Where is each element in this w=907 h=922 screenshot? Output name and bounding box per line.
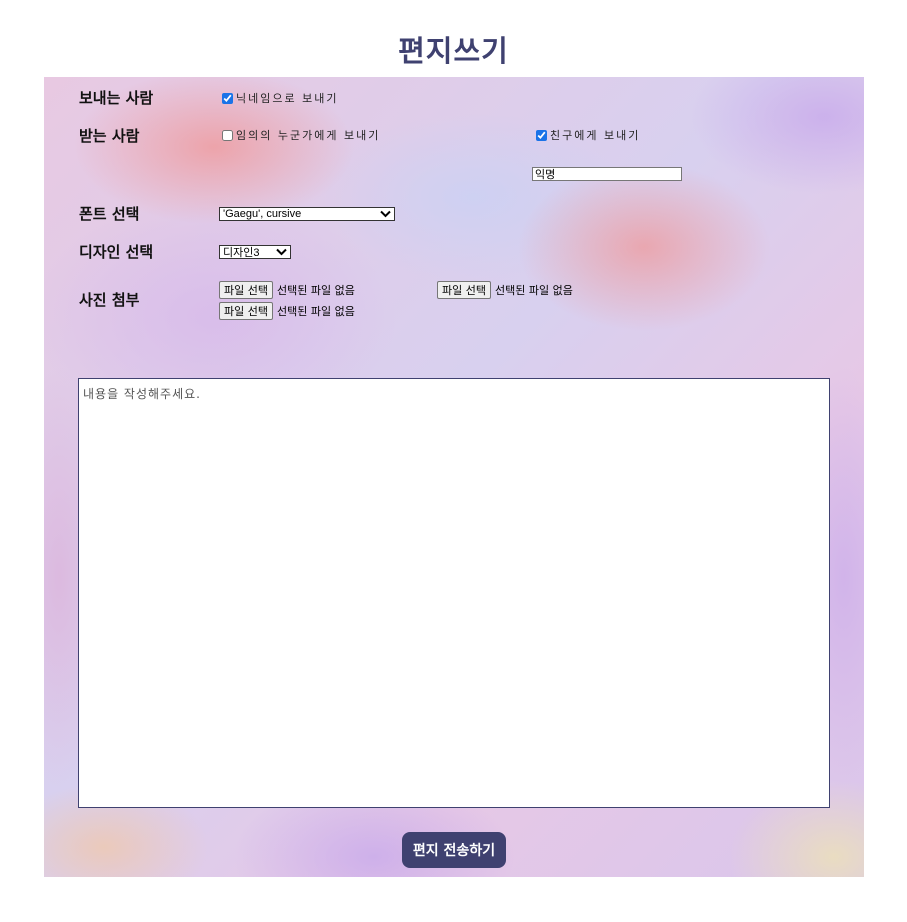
nickname-checkbox[interactable] xyxy=(222,92,233,104)
friend-recipient-label: 친구에게 보내기 xyxy=(550,129,641,142)
nickname-option-label: 닉네임으로 보내기 xyxy=(236,92,339,105)
chevron-down-icon xyxy=(275,246,287,258)
file-select-button[interactable]: 파일 선택 xyxy=(437,281,491,299)
file-status: 선택된 파일 없음 xyxy=(276,284,355,297)
file-status: 선택된 파일 없음 xyxy=(276,305,355,318)
recipient-nickname-input[interactable] xyxy=(532,167,682,181)
friend-recipient-checkbox[interactable] xyxy=(536,129,547,141)
photo-file-input-3[interactable]: 파일 선택 선택된 파일 없음 xyxy=(219,302,355,320)
content-placeholder: 내용을 작성해주세요. xyxy=(83,387,201,401)
photo-label: 사진 첨부 xyxy=(79,291,140,309)
random-recipient-label: 임의의 누군가에게 보내기 xyxy=(236,129,381,142)
chevron-down-icon xyxy=(379,208,391,220)
recipient-label: 받는 사람 xyxy=(79,127,140,145)
design-select-label: 디자인 선택 xyxy=(79,243,154,261)
sender-label: 보내는 사람 xyxy=(79,89,154,107)
nickname-option[interactable]: 닉네임으로 보내기 xyxy=(222,90,338,106)
random-recipient-checkbox[interactable] xyxy=(222,129,233,141)
file-select-button[interactable]: 파일 선택 xyxy=(219,302,273,320)
photo-file-input-2[interactable]: 파일 선택 선택된 파일 없음 xyxy=(437,281,573,299)
font-select[interactable]: 'Gaegu', cursive xyxy=(219,207,395,221)
random-recipient-option[interactable]: 임의의 누군가에게 보내기 xyxy=(222,127,380,143)
file-select-button[interactable]: 파일 선택 xyxy=(219,281,273,299)
file-status: 선택된 파일 없음 xyxy=(494,284,573,297)
letter-content-textarea[interactable]: 내용을 작성해주세요. xyxy=(78,378,830,808)
photo-file-input-1[interactable]: 파일 선택 선택된 파일 없음 xyxy=(219,281,355,299)
font-select-label: 폰트 선택 xyxy=(79,205,140,223)
send-letter-button[interactable]: 편지 전송하기 xyxy=(402,832,506,868)
design-select-value: 디자인3 xyxy=(223,247,260,259)
letter-form-panel: 보내는 사람 닉네임으로 보내기 받는 사람 임의의 누군가에게 보내기 친구에… xyxy=(44,77,864,877)
friend-recipient-option[interactable]: 친구에게 보내기 xyxy=(536,127,640,143)
page-title: 편지쓰기 xyxy=(398,34,509,68)
font-select-value: 'Gaegu', cursive xyxy=(223,208,302,220)
design-select[interactable]: 디자인3 xyxy=(219,245,291,259)
